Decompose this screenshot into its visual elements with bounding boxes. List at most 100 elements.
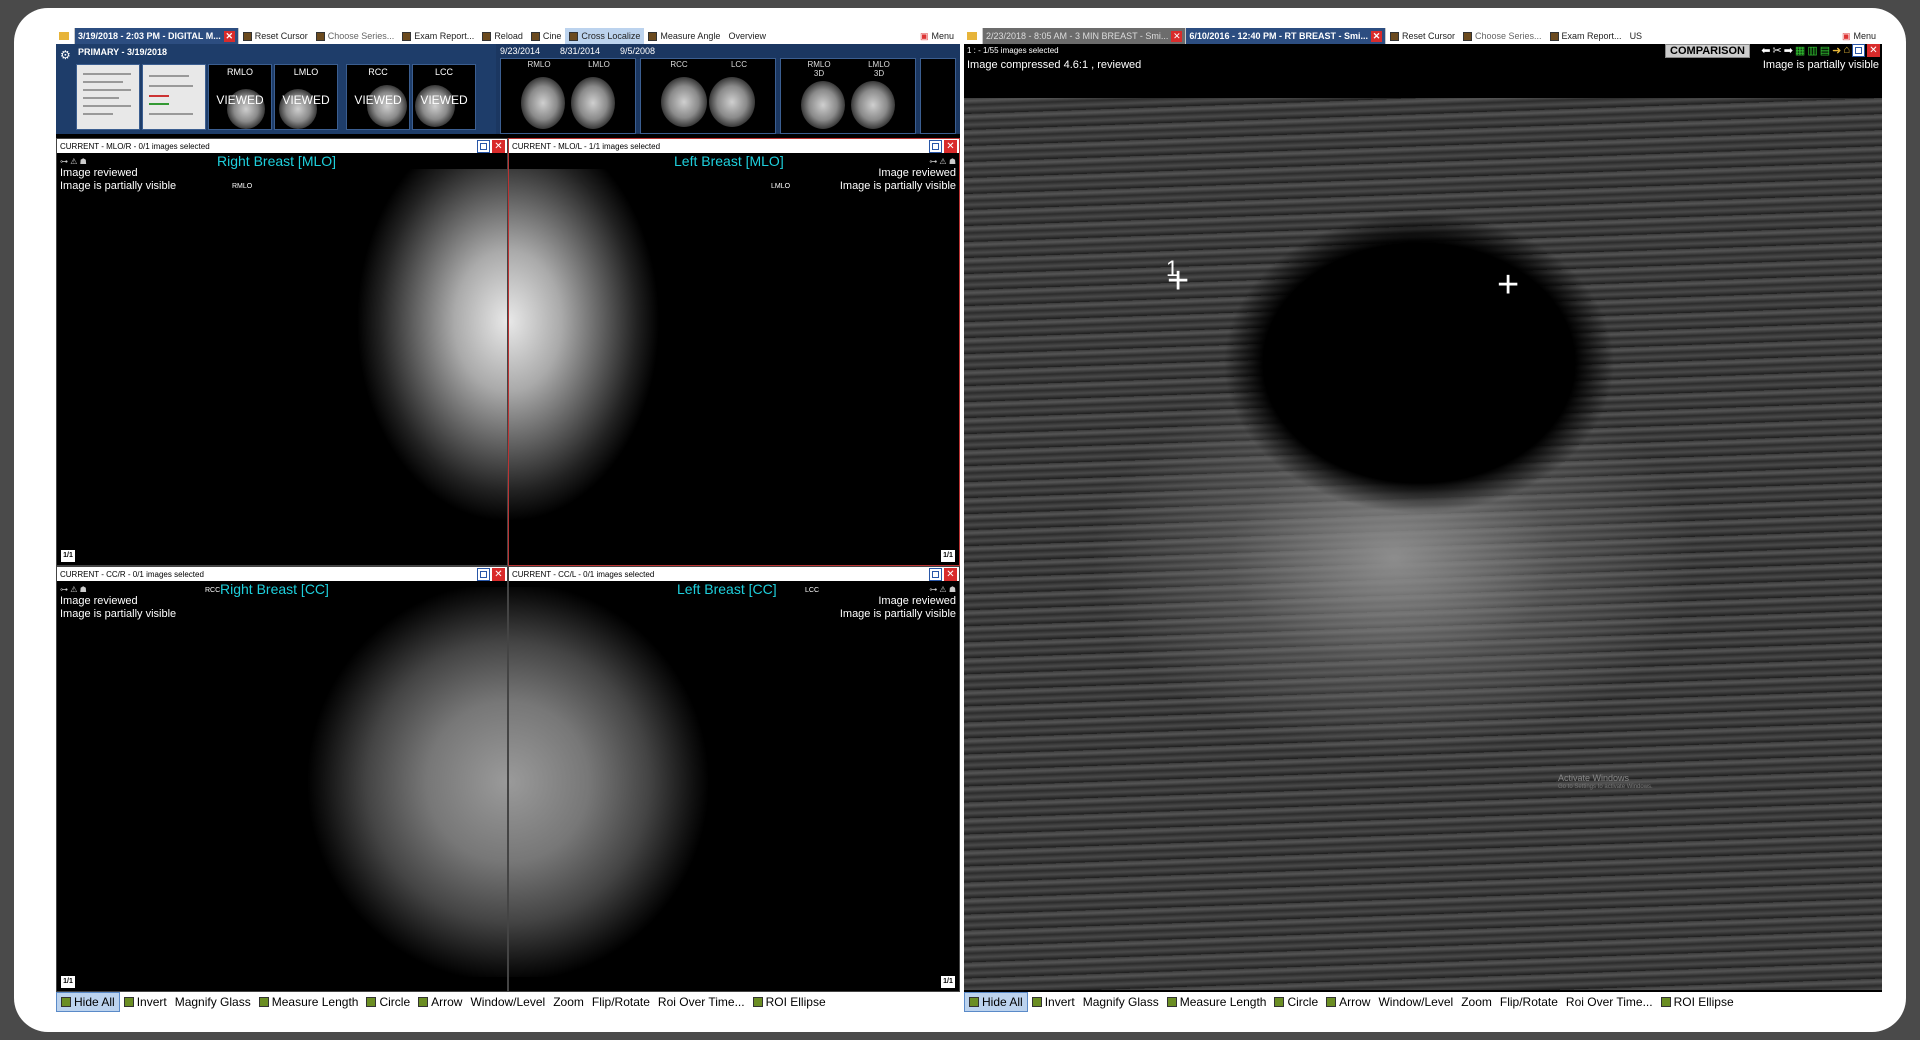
caliper-marker[interactable]: + <box>1167 262 1189 300</box>
close-icon[interactable]: ✕ <box>1867 44 1880 57</box>
grid-icon[interactable]: ▦ <box>1795 44 1805 57</box>
hide-all-button[interactable]: Hide All <box>56 992 120 1012</box>
right-exam-tab-2[interactable]: 6/10/2016 - 12:40 PM - RT BREAST - Smi..… <box>1186 28 1386 44</box>
right-exam-tab-1[interactable]: 2/23/2018 - 8:05 AM - 3 MIN BREAST - Smi… <box>983 28 1187 44</box>
comparison-date[interactable]: 9/23/2014 <box>500 46 540 56</box>
image-visibility: Image is partially visible <box>1762 59 1879 71</box>
choose-series-button[interactable]: Choose Series... <box>1459 28 1546 44</box>
exam-report-button[interactable]: Exam Report... <box>398 28 478 44</box>
home-icon[interactable]: ⌂ <box>1843 44 1850 57</box>
left-exam-tab[interactable]: 3/19/2018 - 2:03 PM - DIGITAL M... ✕ <box>75 28 239 44</box>
flip-rotate-button[interactable]: Flip/Rotate <box>588 993 654 1011</box>
comparison-date[interactable]: 8/31/2014 <box>560 46 600 56</box>
maximize-icon[interactable] <box>929 567 942 581</box>
viewport-right-mlo[interactable]: CURRENT - MLO/R - 0/1 images selected ✕ ⊶… <box>56 138 508 566</box>
arrow-icon[interactable]: ➜ <box>1832 44 1841 57</box>
left-tabbar: 3/19/2018 - 2:03 PM - DIGITAL M... ✕ Rese… <box>56 28 960 44</box>
viewport-header: CURRENT - MLO/R - 0/1 images selected ✕ <box>57 139 507 153</box>
primary-thumb-lmlo[interactable]: LMLO VIEWED <box>274 64 338 130</box>
orientation-label: RCC <box>205 587 221 594</box>
reset-cursor-button[interactable]: Reset Cursor <box>1386 28 1459 44</box>
caliper-marker[interactable]: + <box>1497 266 1519 304</box>
viewport-left-mlo[interactable]: CURRENT - MLO/L - 1/1 images selected ✕ ⊶… <box>508 138 960 566</box>
watermark-title: Activate Windows <box>1558 773 1630 783</box>
close-icon[interactable]: ✕ <box>223 30 235 42</box>
viewport-left-cc[interactable]: CURRENT - CC/L - 0/1 images selected ✕ ⊶ … <box>508 566 960 992</box>
comparison-thumb-more[interactable] <box>920 58 956 134</box>
close-icon[interactable]: ✕ <box>944 567 957 581</box>
choose-series-button[interactable]: Choose Series... <box>312 28 399 44</box>
arrow-right-icon[interactable]: ➡ <box>1784 44 1793 57</box>
scissors-icon[interactable]: ✂ <box>1772 44 1781 57</box>
viewport-toolbar: ⬅ ✂ ➡ ▦ ▥ ▤ ➜ ⌂ ✕ <box>1761 44 1880 57</box>
close-icon[interactable]: ✕ <box>1370 30 1382 42</box>
flip-rotate-button[interactable]: Flip/Rotate <box>1496 993 1562 1011</box>
primary-thumb-lcc[interactable]: LCC VIEWED <box>412 64 476 130</box>
roi-ellipse-button[interactable]: ROI Ellipse <box>749 993 830 1011</box>
close-icon[interactable]: ✕ <box>492 139 505 153</box>
window-level-button[interactable]: Window/Level <box>466 993 549 1011</box>
arrow-button[interactable]: Arrow <box>414 993 466 1011</box>
maximize-icon[interactable] <box>477 567 490 581</box>
primary-thumb-rcc[interactable]: RCC VIEWED <box>346 64 410 130</box>
arrow-button[interactable]: Arrow <box>1322 993 1374 1011</box>
exam-report-button[interactable]: Exam Report... <box>1546 28 1626 44</box>
maximize-icon[interactable] <box>1852 44 1865 57</box>
image-visibility: Image is partially visible <box>839 180 956 192</box>
zoom-button[interactable]: Zoom <box>1457 993 1496 1011</box>
document-thumbnail[interactable] <box>76 64 140 130</box>
comparison-date[interactable]: 9/5/2008 <box>620 46 655 56</box>
right-tool-bar: Hide All Invert Magnify Glass Measure Le… <box>964 992 1882 1012</box>
menu-button[interactable]: ▣ Menu <box>914 31 960 42</box>
page-indicator: 1/1 <box>61 976 75 988</box>
measure-length-button[interactable]: Measure Length <box>1163 993 1271 1011</box>
menu-button[interactable]: ▣ Menu <box>1836 31 1882 42</box>
cine-button[interactable]: Cine <box>527 28 566 44</box>
viewport-title: Left Breast [MLO] <box>674 153 784 169</box>
maximize-icon[interactable] <box>929 139 942 153</box>
comparison-thumb-cc[interactable]: RCC LCC <box>640 58 776 134</box>
cross-localize-button[interactable]: Cross Localize <box>565 28 645 44</box>
window-level-button[interactable]: Window/Level <box>1374 993 1457 1011</box>
page-indicator: 1/1 <box>941 550 955 562</box>
measure-length-button[interactable]: Measure Length <box>255 993 363 1011</box>
app-icon <box>56 28 75 44</box>
zoom-button[interactable]: Zoom <box>549 993 588 1011</box>
report-thumbnail[interactable] <box>142 64 206 130</box>
watermark-subtitle: Go to Settings to activate Windows. <box>1558 784 1653 790</box>
comparison-label: COMPARISON <box>1665 44 1750 58</box>
roi-over-time-button[interactable]: Roi Over Time... <box>654 993 749 1011</box>
magnify-glass-button[interactable]: Magnify Glass <box>171 993 255 1011</box>
roi-ellipse-button[interactable]: ROI Ellipse <box>1657 993 1738 1011</box>
mammography-window: 3/19/2018 - 2:03 PM - DIGITAL M... ✕ Rese… <box>56 28 960 1012</box>
circle-button[interactable]: Circle <box>1270 993 1322 1011</box>
mammogram-image <box>509 587 724 977</box>
reload-button[interactable]: Reload <box>478 28 527 44</box>
close-icon[interactable]: ✕ <box>1171 30 1183 42</box>
comparison-thumb-3d[interactable]: RMLO 3D LMLO 3D <box>780 58 916 134</box>
invert-button[interactable]: Invert <box>120 993 171 1011</box>
primary-thumb-rmlo[interactable]: RMLO VIEWED <box>208 64 272 130</box>
reset-cursor-button[interactable]: Reset Cursor <box>239 28 312 44</box>
screen-frame: 3/19/2018 - 2:03 PM - DIGITAL M... ✕ Rese… <box>14 8 1906 1032</box>
mammogram-image <box>292 587 507 977</box>
close-icon[interactable]: ✕ <box>492 567 505 581</box>
hide-all-button[interactable]: Hide All <box>964 992 1028 1012</box>
arrow-left-icon[interactable]: ⬅ <box>1761 44 1770 57</box>
viewport-header: CURRENT - CC/R - 0/1 images selected ✕ <box>57 567 507 581</box>
ultrasound-image[interactable] <box>964 98 1882 990</box>
roi-over-time-button[interactable]: Roi Over Time... <box>1562 993 1657 1011</box>
close-icon[interactable]: ✕ <box>944 139 957 153</box>
circle-button[interactable]: Circle <box>362 993 414 1011</box>
gear-icon[interactable]: ⚙ <box>60 48 71 62</box>
layout-icon[interactable]: ▤ <box>1820 44 1830 57</box>
maximize-icon[interactable] <box>477 139 490 153</box>
viewport-right-cc[interactable]: CURRENT - CC/R - 0/1 images selected ✕ ⊶ … <box>56 566 508 992</box>
measure-angle-button[interactable]: Measure Angle <box>644 28 724 44</box>
layout-icon[interactable]: ▥ <box>1807 44 1817 57</box>
invert-button[interactable]: Invert <box>1028 993 1079 1011</box>
overview-button[interactable]: Overview <box>724 28 770 44</box>
magnify-glass-button[interactable]: Magnify Glass <box>1079 993 1163 1011</box>
viewport-title: Left Breast [CC] <box>677 581 777 597</box>
comparison-thumb-mlo[interactable]: RMLO LMLO <box>500 58 636 134</box>
